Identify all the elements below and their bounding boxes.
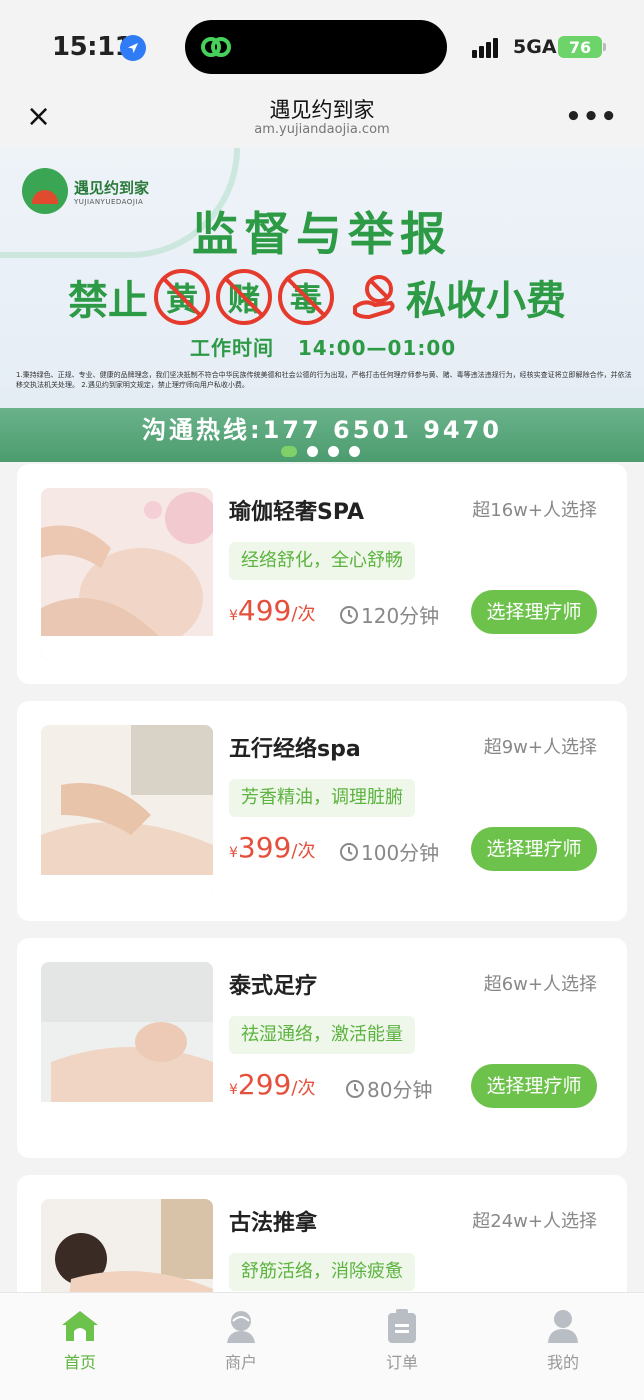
popularity: 超6w+人选择	[483, 974, 597, 995]
ban-suffix: 私收小费	[406, 278, 566, 324]
battery-level: 76	[568, 37, 592, 57]
duration: 100分钟	[339, 837, 439, 866]
service-name: 瑜伽轻奢SPA	[229, 500, 364, 525]
profile-icon	[548, 1310, 578, 1343]
service-card[interactable]: 瑜伽轻奢SPA 超16w+人选择 经络舒化，全心舒畅 ¥499/次 120分钟 …	[17, 464, 627, 684]
link-icon	[201, 37, 231, 57]
banner-heading: 监督与举报	[192, 207, 452, 261]
banner-carousel[interactable]: 遇见约到家 YUJIANYUEDAOJIA 监督与举报 禁止 黄 赌 毒 私收小…	[0, 148, 644, 462]
status-bar: 15:11 5GA 76	[0, 0, 644, 92]
no-tips-hand-icon	[350, 272, 400, 322]
service-card[interactable]: 五行经络spa 超9w+人选择 芳香精油，调理脏腑 ¥399/次 100分钟 选…	[17, 701, 627, 921]
location-arrow-icon	[120, 35, 146, 61]
dynamic-island	[185, 20, 447, 74]
price: ¥299/次	[229, 1068, 316, 1101]
clock-icon	[340, 605, 358, 624]
ban-sign-icon: 毒	[278, 269, 334, 325]
tab-merchant[interactable]: 商户	[201, 1307, 281, 1373]
price: ¥399/次	[229, 831, 316, 864]
carousel-dot[interactable]	[349, 446, 360, 457]
carousel-dot[interactable]	[281, 446, 297, 457]
order-icon	[388, 1309, 416, 1343]
popularity: 超16w+人选择	[472, 500, 597, 521]
service-tag: 芳香精油，调理脏腑	[229, 779, 415, 817]
banner-prohibition-row: 禁止 黄 赌 毒 私收小费	[68, 268, 566, 326]
select-therapist-button[interactable]: 选择理疗师	[471, 827, 597, 871]
signal-icon	[472, 38, 498, 58]
work-time: 工作时间 14:00—01:00	[190, 332, 456, 361]
bottom-tab-bar: 首页 商户 订单 我的	[0, 1292, 644, 1400]
logo-name: 遇见约到家	[74, 178, 150, 197]
popularity: 超9w+人选择	[483, 737, 597, 758]
webview-header: × 遇见约到家 am.yujiandaojia.com •••	[0, 92, 644, 148]
more-button[interactable]: •••	[565, 102, 618, 132]
carousel-dot[interactable]	[328, 446, 339, 457]
service-tag: 祛湿通络，激活能量	[229, 1016, 415, 1054]
service-tag: 舒筋活络，消除疲惫	[229, 1253, 415, 1291]
tab-label: 我的	[546, 1353, 579, 1372]
service-name: 古法推拿	[229, 1211, 318, 1236]
carousel-dot[interactable]	[307, 446, 318, 457]
page-title: 遇见约到家	[269, 98, 375, 122]
clock-icon	[346, 1079, 364, 1098]
service-tag: 经络舒化，全心舒畅	[229, 542, 415, 580]
service-card[interactable]: 泰式足疗 超6w+人选择 祛湿通络，激活能量 ¥299/次 80分钟 选择理疗师	[17, 938, 627, 1158]
select-therapist-button[interactable]: 选择理疗师	[471, 1064, 597, 1108]
carousel-indicators	[281, 446, 360, 457]
tab-label: 订单	[385, 1353, 418, 1372]
service-photo	[41, 488, 213, 660]
work-time-label: 工作时间	[190, 336, 274, 360]
ban-prefix: 禁止	[68, 278, 148, 324]
more-icon: •••	[565, 102, 618, 132]
battery-icon: 76	[558, 36, 606, 58]
service-photo	[41, 962, 213, 1134]
merchant-icon	[227, 1311, 255, 1343]
service-photo	[41, 725, 213, 897]
select-therapist-button[interactable]: 选择理疗师	[471, 590, 597, 634]
tab-label: 首页	[63, 1353, 96, 1372]
work-time-value: 14:00—01:00	[297, 336, 457, 360]
tab-home[interactable]: 首页	[40, 1307, 120, 1373]
service-name: 五行经络spa	[229, 737, 361, 762]
duration: 120分钟	[339, 600, 439, 629]
banner-notes: 1.秉持绿色、正规、专业、健康的品牌理念，我们坚决抵制不符合中华民族传统美德和社…	[16, 371, 632, 389]
price: ¥499/次	[229, 594, 316, 627]
tab-profile[interactable]: 我的	[523, 1307, 603, 1373]
tab-label: 商户	[224, 1353, 257, 1372]
network-type: 5GA	[513, 36, 557, 58]
home-icon	[62, 1311, 98, 1341]
ban-sign-icon: 黄	[154, 269, 210, 325]
tab-orders[interactable]: 订单	[362, 1307, 442, 1373]
clock-icon	[340, 842, 358, 861]
ban-sign-icon: 赌	[216, 269, 272, 325]
duration: 80分钟	[345, 1074, 432, 1103]
popularity: 超24w+人选择	[472, 1211, 597, 1232]
page-url: am.yujiandaojia.com	[254, 122, 390, 137]
service-name: 泰式足疗	[229, 974, 318, 999]
